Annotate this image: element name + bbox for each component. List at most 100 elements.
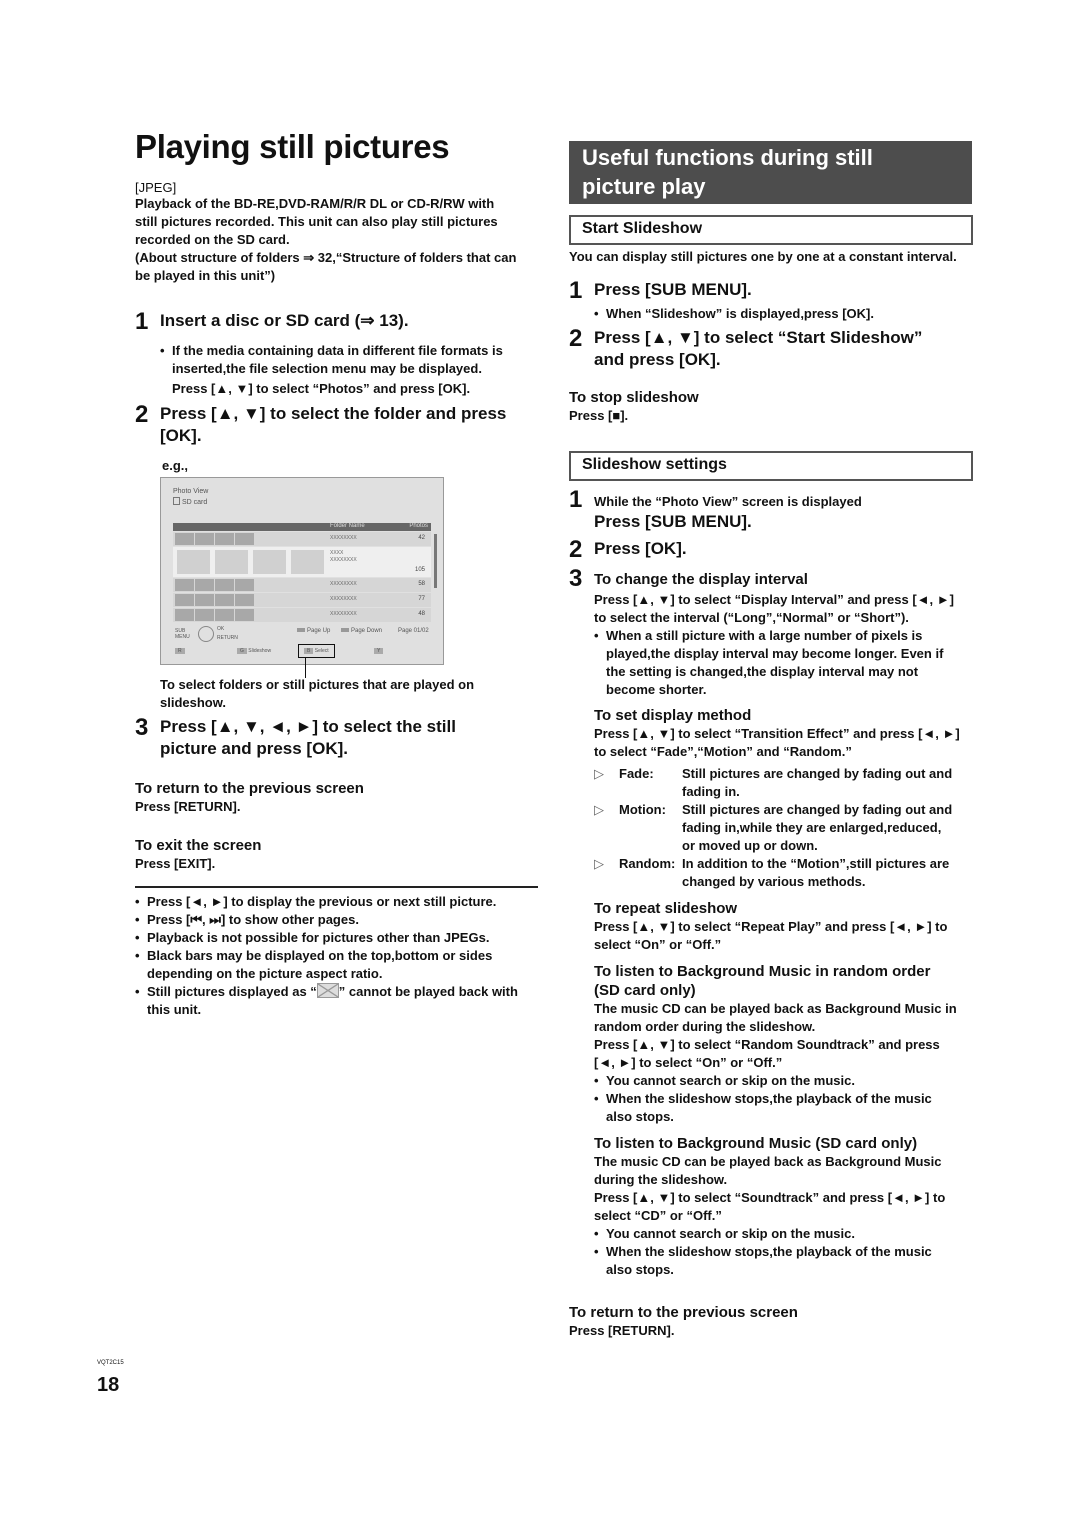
exit-heading: To exit the screen xyxy=(135,837,262,854)
photo-count: 48 xyxy=(418,611,425,617)
note-item: • Press [⏮, ⏭] to show other pages. xyxy=(135,912,359,927)
section-banner: Useful functions during still picture pl… xyxy=(569,141,972,204)
step-number: 1 xyxy=(135,308,149,335)
return-section-right: To return to the previous screen Press [… xyxy=(569,1303,798,1340)
folder-name: XXXXXXXX xyxy=(330,581,357,587)
note-bullet: • When “Slideshow” is displayed,press [OK… xyxy=(594,306,874,321)
note-item: • Playback is not possible for pictures o… xyxy=(135,930,490,945)
start-slideshow-heading: Start Slideshow xyxy=(569,215,973,245)
note-item: • Black bars may be displayed on the top,… xyxy=(135,948,493,981)
folder-name: XXXX XXXXXXXX xyxy=(330,550,357,563)
page-down-label: Page Down xyxy=(341,628,382,634)
bgm-heading: To listen to Background Music (SD card o… xyxy=(594,1135,918,1152)
note-bullet: • You cannot search or skip on the music. xyxy=(594,1073,855,1088)
col-photos: Photos xyxy=(409,523,428,529)
return-instruction: Press [RETURN]. xyxy=(569,1323,675,1338)
return-heading: To return to the previous screen xyxy=(569,1304,798,1321)
notes-list: • Press [◄, ►] to display the previous or… xyxy=(135,893,545,1019)
return-instruction: Press [RETURN]. xyxy=(135,799,241,814)
folder-name: XXXXXXXX xyxy=(330,611,357,617)
note-bullet: • When the slideshow stops,the playback o… xyxy=(594,1091,932,1124)
return-heading: To return to the previous screen xyxy=(135,780,364,797)
folder-row-selected[interactable]: XXXX XXXXXXXX 105 xyxy=(173,547,431,577)
return-section: To return to the previous screen Press [… xyxy=(135,779,364,816)
photo-view-screen: Photo View SD card Folder Name Photos XX… xyxy=(160,477,444,665)
intro-line: Playback of the BD-RE,DVD-RAM/R/R DL or … xyxy=(135,196,495,211)
stop-instruction: Press [■]. xyxy=(569,408,629,423)
screen-caption: To select folders or still pictures that… xyxy=(160,677,475,710)
intro-block: [JPEG] Playback of the BD-RE,DVD-RAM/R/R… xyxy=(135,180,545,285)
step-instruction: Press [▲, ▼] to select “Photos” and pres… xyxy=(172,381,471,396)
callout-line xyxy=(305,658,306,678)
screen-title: Photo View xyxy=(173,488,209,495)
remote-dpad-icon xyxy=(198,626,214,642)
example-label: e.g., xyxy=(162,458,189,473)
folder-row[interactable]: XXXXXXXX 42 xyxy=(173,532,431,546)
note-bullet: • When the slideshow stops,the playback o… xyxy=(594,1244,932,1277)
step-2: 2 Press [▲, ▼] to select the folder and … xyxy=(135,403,550,475)
photo-count: 58 xyxy=(418,581,425,587)
page-up-label: Page Up xyxy=(297,628,330,634)
intro-line: still pictures recorded. This unit can a… xyxy=(135,214,498,229)
table-header: Folder Name Photos xyxy=(173,523,431,531)
page-indicator: Page 01/02 xyxy=(398,628,429,634)
note-item: • Press [◄, ►] to display the previous or… xyxy=(135,894,497,909)
step-text: Press [▲, ▼] to select “Start Slideshow” xyxy=(594,328,923,347)
exit-section: To exit the screen Press [EXIT]. xyxy=(135,836,261,873)
broken-image-icon xyxy=(316,983,339,998)
page-title: Playing still pictures xyxy=(135,128,450,165)
page-number: 18 xyxy=(97,1374,120,1396)
start-intro: You can display still pictures one by on… xyxy=(569,249,957,264)
step-number: 2 xyxy=(569,325,583,352)
note-item: • Still pictures displayed as “” cannot b… xyxy=(135,983,518,1017)
sd-card-icon xyxy=(173,497,180,505)
note-bullet: • When a still picture with a large numbe… xyxy=(594,628,944,697)
stop-section: To stop slideshow Press [■]. xyxy=(569,388,699,425)
model-code: VQT2C15 xyxy=(97,1360,124,1366)
step-1: 1 Insert a disc or SD card (⇒ 13). • If t… xyxy=(135,310,550,398)
step-number: 2 xyxy=(135,401,149,428)
photo-count: 105 xyxy=(414,567,425,573)
media-tag: [JPEG] xyxy=(135,180,177,195)
blue-button-select[interactable]: B Select xyxy=(298,644,335,658)
start-steps: 1 Press [SUB MENU]. • When “Slideshow” is … xyxy=(569,279,989,371)
yellow-button[interactable]: Y xyxy=(374,648,384,654)
folder-row[interactable]: XXXXXXXX 77 xyxy=(173,593,431,607)
intro-line: (About structure of folders ⇒ 32,“Struct… xyxy=(135,250,517,265)
folder-row[interactable]: XXXXXXXX 58 xyxy=(173,578,431,592)
method-random: ▷ Random: In addition to the “Motion”,stil… xyxy=(594,856,950,889)
method-heading: To set display method xyxy=(594,707,752,724)
ok-label: OK xyxy=(217,626,225,632)
col-folder-name: Folder Name xyxy=(330,523,365,529)
photo-count: 42 xyxy=(418,535,425,541)
note-bullet: • If the media containing data in differe… xyxy=(160,343,503,376)
green-button[interactable]: G Slideshow xyxy=(237,648,271,654)
intro-line: recorded on the SD card. xyxy=(135,232,290,247)
triangle-icon: ▷ xyxy=(594,802,604,817)
bgm-random-heading: To listen to Background Music in random … xyxy=(594,963,931,999)
bullet-icon: • xyxy=(160,343,165,358)
step-text: Press [▲, ▼] to select the folder and pr… xyxy=(160,404,507,423)
intro-line: be played in this unit”) xyxy=(135,268,276,283)
scrollbar[interactable] xyxy=(434,534,437,588)
step-text: Press [▲, ▼, ◄, ►] to select the still xyxy=(160,717,456,736)
note-bullet: • You cannot search or skip on the music. xyxy=(594,1226,855,1241)
photo-count: 77 xyxy=(418,596,425,602)
stop-heading: To stop slideshow xyxy=(569,389,699,406)
sub-menu-label: SUB MENU xyxy=(175,628,190,640)
folder-row[interactable]: XXXXXXXX 48 xyxy=(173,608,431,622)
step-text: Press [SUB MENU]. xyxy=(594,280,752,299)
folder-name: XXXXXXXX xyxy=(330,596,357,602)
repeat-heading: To repeat slideshow xyxy=(594,900,738,917)
folder-name: XXXXXXXX xyxy=(330,535,357,541)
method-motion: ▷ Motion: Still pictures are changed by fa… xyxy=(594,802,953,853)
step-text: Insert a disc or SD card (⇒ 13). xyxy=(160,311,409,330)
step-number: 3 xyxy=(135,714,149,741)
screen-source: SD card xyxy=(173,497,207,506)
triangle-icon: ▷ xyxy=(594,766,604,781)
step-number: 1 xyxy=(569,277,583,304)
step-3: 3 Press [▲, ▼, ◄, ►] to select the still… xyxy=(135,714,456,759)
exit-instruction: Press [EXIT]. xyxy=(135,856,216,871)
settings-steps: 1 While the “Photo View” screen is displa… xyxy=(569,488,994,1279)
red-button[interactable]: R xyxy=(175,648,185,654)
